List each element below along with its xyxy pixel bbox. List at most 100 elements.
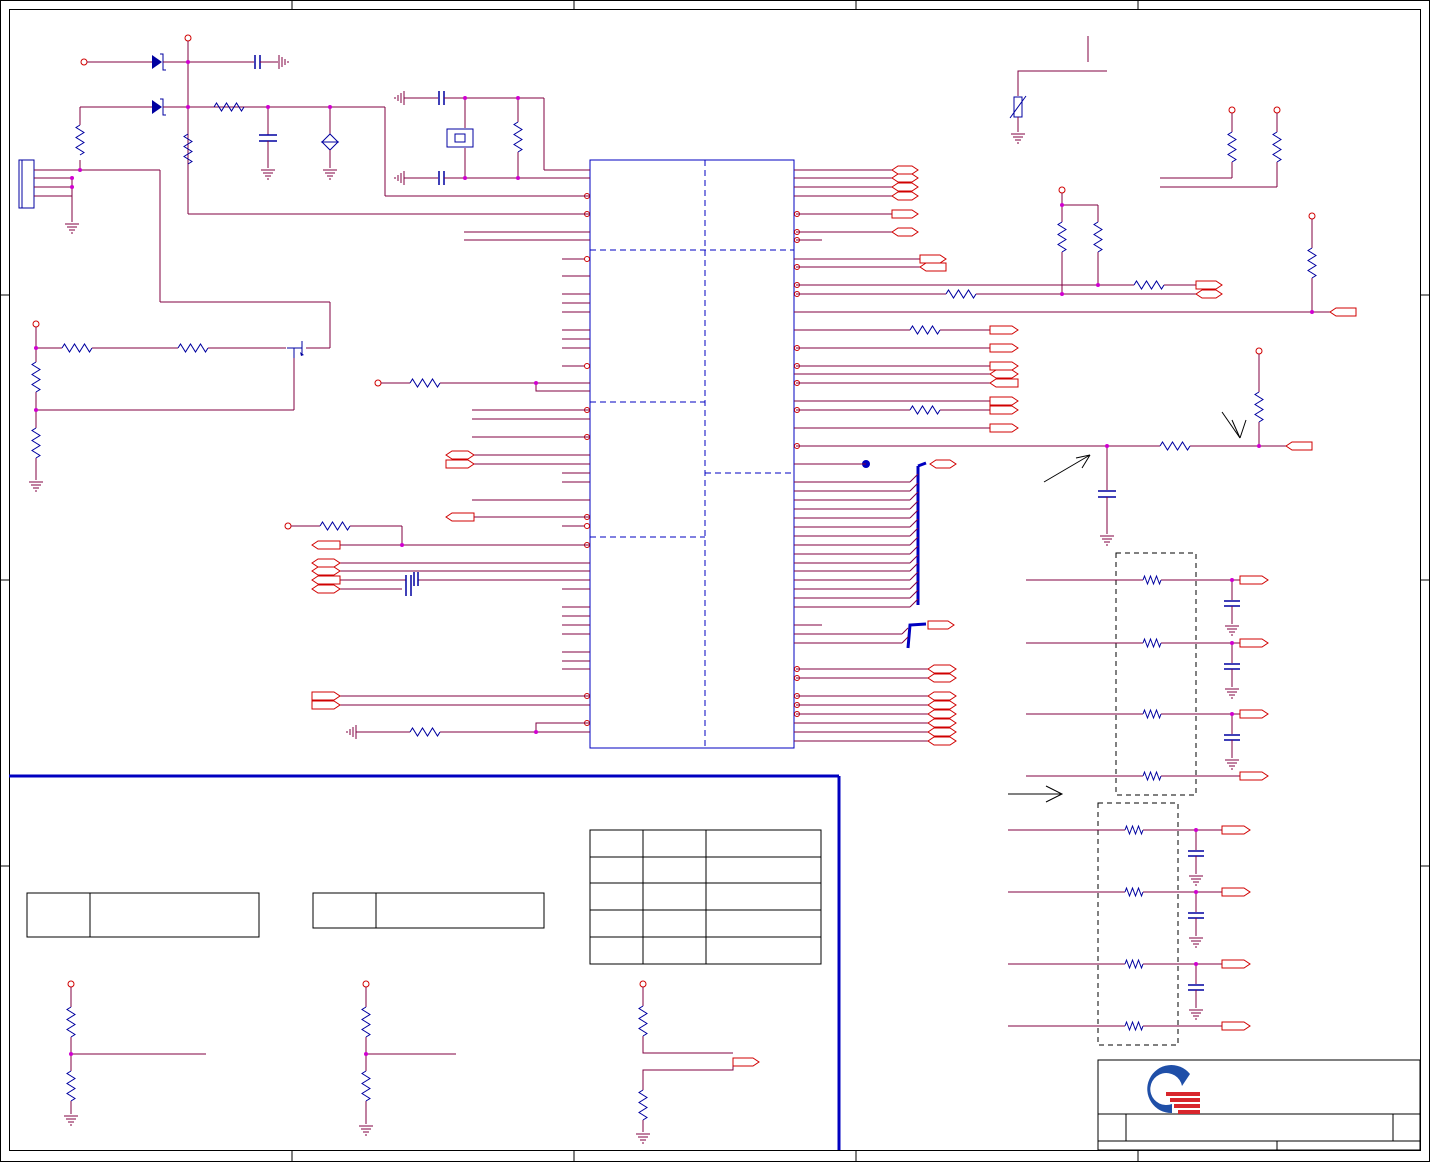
- capacitor-icon: [254, 55, 261, 69]
- ground-icon: [28, 481, 44, 492]
- resistor-icon: [31, 361, 41, 393]
- ground-icon: [63, 1115, 79, 1126]
- resistor-icon: [1124, 958, 1144, 970]
- resistor-icon: [1142, 708, 1162, 720]
- config-table-b: [312, 892, 545, 929]
- net-port-out: [989, 396, 1019, 406]
- resistor-icon: [638, 1005, 648, 1037]
- ground-icon: [260, 169, 276, 180]
- ground-icon: [1188, 937, 1204, 948]
- resistor-icon: [75, 124, 85, 156]
- net-port-bidir: [891, 191, 919, 201]
- net-port-out: [1239, 638, 1269, 648]
- net-port-out: [927, 620, 955, 630]
- main-controller-ic: [589, 159, 795, 749]
- resistor-icon: [909, 325, 941, 335]
- net-port-bidir: [311, 558, 341, 568]
- net-port-in: [1285, 441, 1313, 451]
- ground-icon: [278, 54, 289, 70]
- resistor-icon: [177, 343, 209, 353]
- config-table-c: [589, 829, 822, 965]
- net-port-bidir: [1195, 289, 1223, 299]
- net-port-bidir: [927, 709, 957, 719]
- net-port-in: [1329, 307, 1357, 317]
- resistor-icon: [1307, 247, 1317, 279]
- net-port-in: [919, 262, 947, 272]
- resistor-icon: [1159, 441, 1191, 451]
- resistor-icon: [1142, 770, 1162, 782]
- net-port-out: [1239, 709, 1269, 719]
- resistor-icon: [31, 427, 41, 459]
- resistor-icon: [1093, 221, 1103, 253]
- resistor-icon: [409, 727, 441, 737]
- transistor-icon: [287, 341, 304, 358]
- net-port-out: [1239, 575, 1269, 585]
- ground-icon: [346, 724, 357, 740]
- net-port-out: [1195, 280, 1223, 290]
- power-input-section: [18, 34, 590, 349]
- ground-icon: [1099, 535, 1115, 546]
- ground-icon: [64, 223, 80, 234]
- net-port-bidir: [445, 450, 475, 460]
- ground-icon: [358, 1125, 374, 1136]
- bus-entries: [822, 473, 919, 644]
- ground-icon: [1188, 875, 1204, 886]
- net-port-bidir: [891, 182, 919, 192]
- ground-icon: [322, 169, 338, 180]
- net-port-out: [1221, 887, 1251, 897]
- net-port-out: [989, 361, 1019, 371]
- resistor-icon: [1227, 131, 1237, 163]
- net-port-in: [311, 575, 341, 585]
- net-port-bidir: [891, 165, 919, 175]
- resistor-icon: [1254, 391, 1264, 423]
- net-port-out: [989, 325, 1019, 335]
- resistor-icon: [1057, 221, 1067, 253]
- net-port-bidir: [927, 727, 957, 737]
- resistor-icon: [945, 289, 977, 299]
- ground-icon: [1224, 688, 1240, 699]
- net-port-out: [919, 254, 947, 264]
- ground-icon: [1224, 759, 1240, 770]
- resistor-icon: [361, 1070, 371, 1102]
- net-port-bidir: [891, 227, 919, 237]
- sheet-border-outer: [0, 0, 1430, 1162]
- resistor-icon: [638, 1089, 648, 1121]
- filter-group-b: [1097, 802, 1179, 1046]
- net-port-bidir: [927, 673, 957, 683]
- crystal-section: [394, 90, 590, 241]
- resistor-icon: [361, 1006, 371, 1038]
- title-block: [1097, 1059, 1421, 1151]
- ground-icon: [394, 170, 405, 186]
- net-port-out: [989, 343, 1019, 353]
- transistor-section: [28, 320, 304, 492]
- ground-icon: [635, 1133, 651, 1144]
- ic-left-pins: [562, 169, 590, 733]
- config-table-a: [26, 892, 260, 938]
- resistor-icon: [183, 133, 193, 165]
- resistor-icon: [1142, 574, 1162, 586]
- net-port-in: [445, 512, 475, 522]
- resistor-icon: [1272, 131, 1282, 163]
- net-port-out: [989, 405, 1019, 415]
- net-port-bidir: [927, 700, 957, 710]
- net-port-bidir: [927, 736, 957, 746]
- resistor-icon: [1124, 1020, 1144, 1032]
- net-port-bidir: [311, 584, 341, 594]
- resistor-icon: [1124, 824, 1144, 836]
- net-port-out: [1239, 771, 1269, 781]
- schematic-sheet: [0, 0, 1430, 1162]
- net-port-out: [1221, 959, 1251, 969]
- company-logo: [1147, 1065, 1200, 1114]
- resistor-icon: [319, 521, 351, 531]
- net-port-in: [989, 378, 1019, 388]
- resistor-icon: [61, 343, 93, 353]
- connector-icon: [18, 159, 35, 209]
- right-signals: [796, 36, 1330, 803]
- resistor-icon: [66, 1070, 76, 1102]
- net-port-bidir: [891, 173, 919, 183]
- resistor-icon: [409, 378, 441, 388]
- resistor-icon: [213, 102, 245, 112]
- resistor-icon: [1133, 280, 1165, 290]
- rc-filters: [1008, 578, 1240, 1027]
- ground-icon: [1224, 625, 1240, 636]
